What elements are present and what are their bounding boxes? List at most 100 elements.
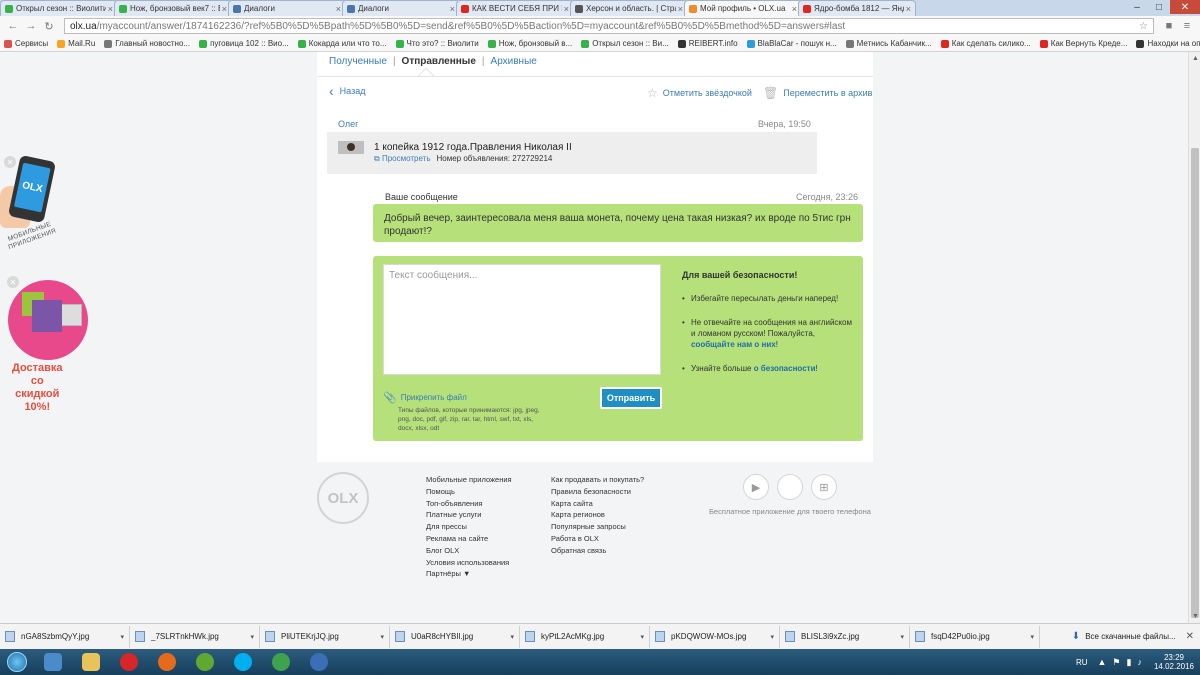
chevron-down-icon[interactable]: ▾ — [120, 633, 124, 641]
close-tab-icon[interactable]: × — [108, 4, 113, 14]
tab-sent[interactable]: Отправленные — [402, 56, 476, 67]
taskbar-app-firefox[interactable] — [149, 650, 185, 674]
taskbar-app-earth[interactable] — [301, 650, 337, 674]
windows-store-icon[interactable]: ⊞ — [811, 474, 837, 500]
browser-tab[interactable]: Диалоги × — [342, 0, 460, 16]
back-arrow-icon[interactable]: ← — [4, 20, 22, 32]
close-tab-icon[interactable]: × — [222, 4, 227, 14]
tray-arrow-icon[interactable]: ▲ — [1098, 657, 1107, 667]
bookmark-item[interactable]: Сервисы — [4, 39, 48, 48]
footer-link[interactable]: Топ-объявления — [426, 498, 512, 510]
browser-tab[interactable]: Нож, бронзовый век7 :: В × — [114, 0, 232, 16]
bookmark-item[interactable]: Метнись Кабанчик... — [845, 39, 932, 48]
download-item[interactable]: PliUTEKrjJQ.jpg ▾ — [260, 625, 390, 648]
download-item[interactable]: kyPtL2AcMKg.jpg ▾ — [520, 625, 650, 648]
footer-link[interactable]: Правила безопасности — [551, 486, 644, 498]
star-action[interactable]: ☆ Отметить звёздочкой — [647, 86, 752, 100]
taskbar-app-folder[interactable] — [73, 650, 109, 674]
close-tab-icon[interactable]: × — [678, 4, 683, 14]
footer-link[interactable]: Как продавать и покупать? — [551, 474, 644, 486]
message-input[interactable] — [383, 264, 661, 375]
volume-icon[interactable]: ♪ — [1137, 657, 1142, 667]
footer-link[interactable]: Для прессы — [426, 521, 512, 533]
reload-icon[interactable]: ↻ — [40, 20, 58, 33]
extension-icon[interactable]: ■ — [1160, 20, 1178, 32]
language-indicator[interactable]: RU — [1076, 658, 1088, 667]
view-ad-link[interactable]: ⧉ Просмотреть — [374, 154, 431, 164]
browser-tab[interactable]: КАК ВЕСТИ СЕБЯ ПРИ ВС× — [456, 0, 574, 16]
close-tab-icon[interactable]: × — [906, 4, 911, 14]
bookmark-item[interactable]: Mail.Ru — [57, 39, 95, 48]
archive-action[interactable]: 🗑 Переместить в архив — [763, 86, 872, 100]
maximize-icon[interactable]: □ — [1148, 0, 1170, 14]
download-item[interactable]: _7SLRTnkHWk.jpg ▾ — [130, 625, 260, 648]
network-icon[interactable]: ▮ — [1127, 657, 1132, 668]
bookmark-item[interactable]: BlaBlaCar - пошук н... — [746, 39, 837, 48]
close-promo-icon[interactable]: ✕ — [4, 156, 16, 168]
footer-link[interactable]: Мобильные приложения — [426, 474, 512, 486]
bookmark-item[interactable]: Находки на опреде... — [1136, 39, 1200, 48]
page-scrollbar[interactable]: ▲ ▼ — [1188, 52, 1200, 623]
close-window-icon[interactable]: ✕ — [1170, 0, 1200, 14]
footer-link[interactable]: Реклама на сайте — [426, 533, 512, 545]
all-downloads-link[interactable]: ⬇ Все скачанные файлы... ✕ — [1072, 631, 1200, 642]
chevron-down-icon[interactable]: ▾ — [510, 633, 514, 641]
olx-logo[interactable]: OLX — [317, 472, 369, 524]
chevron-down-icon[interactable]: ▾ — [380, 633, 384, 641]
chevron-down-icon[interactable]: ▾ — [900, 633, 904, 641]
apple-icon[interactable] — [777, 474, 803, 500]
send-button[interactable]: Отправить — [600, 387, 662, 409]
bookmark-item[interactable]: Нож, бронзовый в... — [487, 39, 572, 48]
ad-thumbnail[interactable] — [338, 141, 364, 154]
minimize-icon[interactable]: – — [1126, 0, 1148, 14]
taskbar-app-explorer[interactable] — [35, 650, 71, 674]
download-item[interactable]: BLISL3i9xZc.jpg ▾ — [780, 625, 910, 648]
taskbar-app-chrome[interactable] — [263, 650, 299, 674]
safety-more-link[interactable]: о безопасности — [754, 364, 816, 373]
start-button[interactable] — [0, 650, 34, 674]
footer-link[interactable]: Условия использования — [426, 557, 512, 569]
mobile-app-promo[interactable]: OLX — [7, 154, 57, 224]
report-link[interactable]: сообщайте нам о них — [691, 340, 776, 349]
forward-arrow-icon[interactable]: → — [22, 20, 40, 32]
sender-name[interactable]: Олег — [338, 119, 358, 129]
bookmark-item[interactable]: Главный новостно... — [104, 39, 190, 48]
url-field[interactable]: olx.ua /myaccount/answer/1874162236/?ref… — [64, 18, 1154, 34]
flag-icon[interactable]: ⚑ — [1112, 657, 1120, 668]
footer-link[interactable]: Работа в OLX — [551, 533, 644, 545]
scroll-up-icon[interactable]: ▲ — [1192, 55, 1199, 62]
close-tab-icon[interactable]: × — [564, 4, 569, 14]
browser-tab[interactable]: Диалоги × — [228, 0, 346, 16]
google-play-icon[interactable]: ▶ — [743, 474, 769, 500]
download-item[interactable]: fsqD42Pu0io.jpg ▾ — [910, 625, 1040, 648]
chevron-down-icon[interactable]: ▾ — [250, 633, 254, 641]
close-tab-icon[interactable]: × — [336, 4, 341, 14]
back-link[interactable]: ‹ Назад — [329, 84, 365, 98]
bookmark-item[interactable]: Как сделать силико... — [940, 39, 1031, 48]
close-promo-icon[interactable]: ✕ — [7, 276, 19, 288]
download-item[interactable]: nGA8SzbmQyY.jpg ▾ — [0, 625, 130, 648]
tab-archive[interactable]: Архивные — [491, 56, 537, 67]
clock[interactable]: 23:29 14.02.2016 — [1154, 653, 1194, 671]
browser-tab[interactable]: Открыл сезон :: Виолити × — [0, 0, 118, 16]
download-item[interactable]: pKDQWOW-MOs.jpg ▾ — [650, 625, 780, 648]
taskbar-app-utorrent[interactable] — [187, 650, 223, 674]
chevron-down-icon[interactable]: ▾ — [770, 633, 774, 641]
chevron-down-icon[interactable]: ▾ — [1030, 633, 1034, 641]
bookmark-item[interactable]: Как Вернуть Креде... — [1039, 39, 1127, 48]
bookmark-item[interactable]: Что это? :: Виолити — [395, 39, 479, 48]
footer-link[interactable]: Обратная связь — [551, 545, 644, 557]
close-tab-icon[interactable]: × — [450, 4, 455, 14]
footer-link[interactable]: Помощь — [426, 486, 512, 498]
footer-link[interactable]: Партнёры ▼ — [426, 568, 512, 580]
scrollbar-thumb[interactable] — [1191, 148, 1199, 618]
taskbar-app-opera[interactable] — [111, 650, 147, 674]
browser-tab[interactable]: Мой профиль • OLX.ua × — [684, 0, 802, 16]
browser-tab[interactable]: Ядро-бомба 1812 — Янд × — [798, 0, 916, 16]
tab-received[interactable]: Полученные — [329, 56, 387, 67]
attach-file-link[interactable]: 📎 Прикрепить файл — [383, 391, 467, 404]
bookmark-star-icon[interactable]: ☆ — [1139, 21, 1148, 32]
footer-link[interactable]: Блог OLX — [426, 545, 512, 557]
close-tab-icon[interactable]: × — [792, 4, 797, 14]
footer-link[interactable]: Платные услуги — [426, 509, 512, 521]
